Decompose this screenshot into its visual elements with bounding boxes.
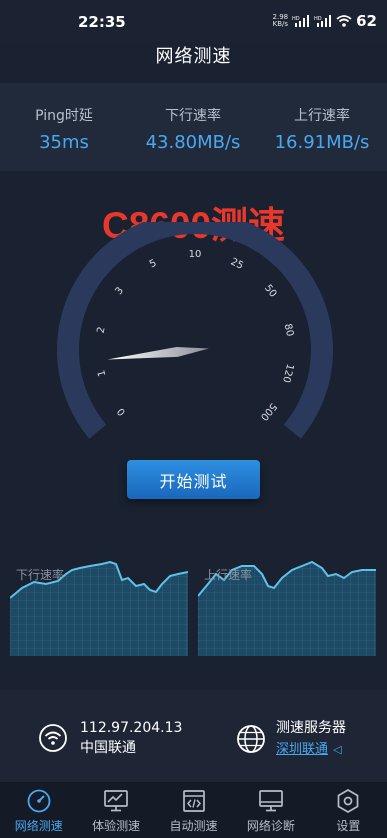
speed-gauge: 0 1 2 3 5 10 25 50 80 120 500 [57,222,333,439]
signal-icon-2: HD [314,15,332,27]
nav-label-experience-test: 体验测速 [92,819,141,833]
nav-item-experience-test[interactable]: 体验测速 [77,782,154,838]
gauge-tick-label: 0 [116,405,129,417]
network-speed-indicator: 2.98 KB/s [273,14,289,28]
gauge-ticks: 0 1 2 3 5 10 25 50 80 120 500 [96,249,296,422]
stat-download-value: 43.80MB/s [145,132,241,153]
gauge-tick-label: 50 [262,283,279,300]
download-chart: 下行速率 [9,544,189,656]
signal-icon: HD [292,15,310,27]
svg-text:HD: HD [292,16,300,22]
gauge-tick-label: 3 [113,285,126,297]
globe-icon [237,725,265,753]
stat-upload-value: 16.91MB/s [274,132,370,153]
gauge-tick-label: 25 [229,256,245,271]
gauge-tick-label: 1 [96,369,108,378]
server-title: 测速服务器 [276,720,346,736]
stat-upload-label: 上行速率 [294,108,350,124]
nav-label-speed-test: 网络测速 [14,819,63,833]
upload-chart-label: 上行速率 [204,568,253,582]
nav-item-diagnosis[interactable]: 网络诊断 [232,782,309,838]
nav-label-auto-test: 自动测速 [169,819,218,833]
server-name[interactable]: 深圳联通 [276,742,328,757]
gauge-tick-label: 120 [280,363,295,384]
gauge-tick-label: 500 [258,401,279,423]
svg-text:HD: HD [314,16,322,22]
stat-ping: Ping时延 35ms [4,105,124,153]
stat-ping-value: 35ms [39,132,89,153]
status-icons: 2.98 KB/s HD HD 62 [273,12,377,30]
code-window-icon [182,790,205,812]
stat-download-label: 下行速率 [165,108,221,124]
nav-label-diagnosis: 网络诊断 [246,819,295,833]
nav-item-settings[interactable]: 设置 [310,782,387,838]
nav-item-auto-test[interactable]: 自动测速 [155,782,232,838]
ip-address: 112.97.204.13 [80,720,183,736]
start-test-button[interactable]: 开始测试 [127,460,260,499]
download-chart-label: 下行速率 [16,568,65,582]
wifi-circle-icon [39,724,67,752]
nav-item-speed-test[interactable]: 网络测速 [0,782,77,838]
triangle-left-icon[interactable]: ◁ [333,743,341,756]
download-chart-graph [9,560,189,656]
connection-info: 112.97.204.13 中国联通 测速服务器 深圳联通 ◁ [0,690,387,782]
speedometer-icon [27,789,51,813]
wifi-icon [336,15,352,27]
bottom-nav: 网络测速 体验测速 自动测速 网络诊断 设置 [0,782,387,838]
stat-download: 下行速率 43.80MB/s [133,105,253,153]
upload-chart: 上行速率 [197,544,376,656]
gauge-tick-label: 2 [96,326,108,335]
status-bar: 22:35 2.98 KB/s HD HD 62 [0,0,387,42]
server-select-link[interactable]: 深圳联通 ◁ [276,738,346,760]
nav-label-settings: 设置 [336,819,361,833]
ip-info: 112.97.204.13 中国联通 [38,718,182,758]
stat-ping-label: Ping时延 [35,108,93,124]
stats-panel: Ping时延 35ms 下行速率 43.80MB/s 上行速率 16.91MB/… [0,83,387,171]
settings-hexagon-icon [337,789,359,813]
gauge-needle [107,346,209,360]
monitor-icon [259,790,283,812]
gauge-tick-label: 5 [148,258,159,271]
stat-upload: 上行速率 16.91MB/s [262,105,382,153]
gauge-tick-label: 80 [282,323,295,338]
battery-level: 62 [356,12,377,30]
status-time: 22:35 [78,13,126,31]
gauge-tick-label: 10 [189,249,202,260]
server-info: 测速服务器 深圳联通 ◁ [236,718,346,760]
network-speed-unit: KB/s [272,20,289,28]
upload-chart-graph [197,560,376,656]
page-title: 网络测速 [155,46,232,67]
isp-name: 中国联通 [80,740,136,756]
monitor-chart-icon [104,790,128,812]
